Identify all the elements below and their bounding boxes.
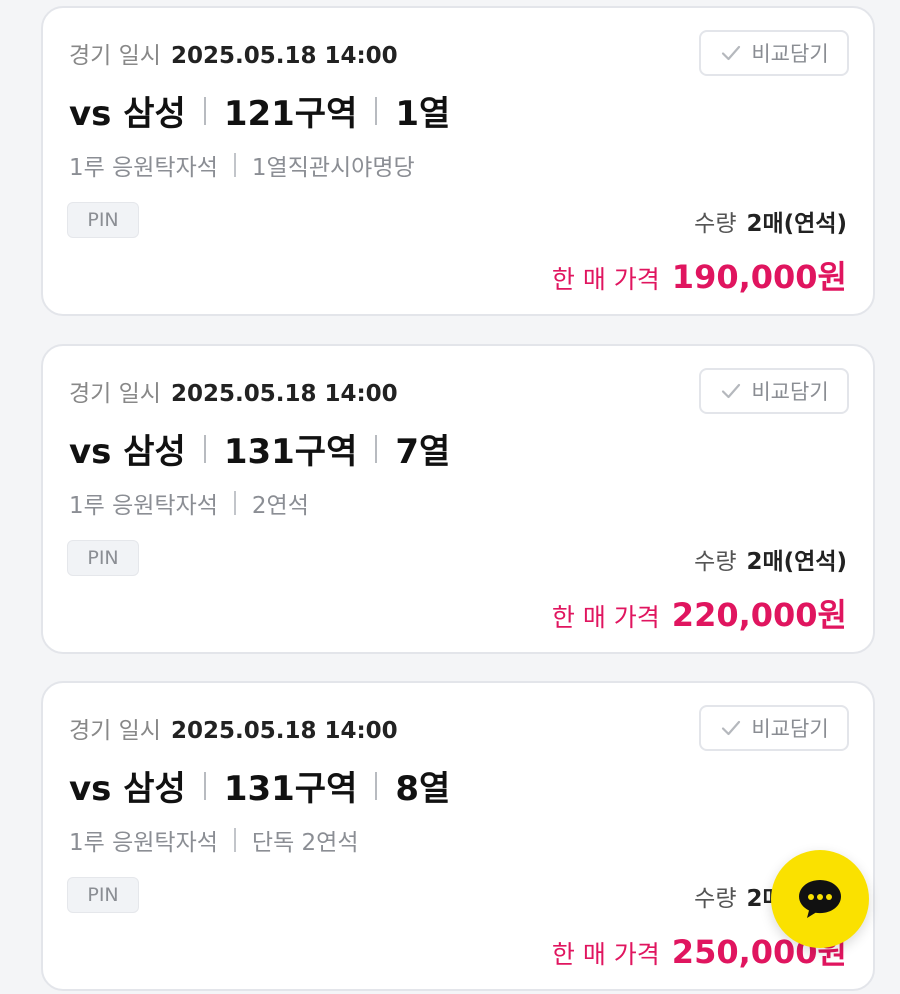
divider (375, 771, 378, 800)
quantity: 수량 2매(연석) (694, 204, 847, 238)
check-icon (722, 720, 741, 736)
quantity-value: 2매(연석) (746, 211, 847, 237)
chat-bubble-icon (799, 880, 841, 918)
unit-price-value: 190,000원 (671, 258, 847, 296)
unit-price-label: 한 매 가격 (551, 265, 660, 294)
divider (375, 434, 378, 463)
divider (203, 434, 206, 463)
seat-details: 1루 응원탁자석 2연석 (69, 486, 309, 520)
quantity-label: 수량 (694, 886, 737, 912)
seat-zone: 1루 응원탁자석 (69, 830, 218, 856)
game-datetime-label: 경기 일시 (69, 381, 161, 407)
game-datetime: 경기 일시 2025.05.18 14:00 (69, 711, 398, 745)
seat-zone: 1루 응원탁자석 (69, 155, 218, 181)
game-datetime-label: 경기 일시 (69, 43, 161, 69)
seat-details: 1루 응원탁자석 단독 2연석 (69, 823, 359, 857)
seat-note: 2연석 (251, 493, 309, 519)
add-to-compare-button[interactable]: 비교담기 (699, 705, 849, 751)
seat-note: 단독 2연석 (251, 830, 359, 856)
pin-badge: PIN (67, 202, 139, 238)
add-to-compare-label: 비교담기 (751, 42, 829, 66)
opponent: vs 삼성 (69, 94, 186, 134)
divider (203, 771, 206, 800)
ticket-listing-list: 경기 일시 2025.05.18 14:00 비교담기 vs 삼성 121구역 1… (0, 0, 900, 994)
opponent: vs 삼성 (69, 769, 186, 809)
unit-price: 한 매 가격 190,000원 (552, 252, 847, 298)
unit-price-label: 한 매 가격 (551, 603, 660, 632)
pin-badge: PIN (67, 540, 139, 576)
ticket-card[interactable]: 경기 일시 2025.05.18 14:00 비교담기 vs 삼성 121구역 1… (41, 6, 875, 316)
listing-title: vs 삼성 131구역 8열 (69, 761, 450, 810)
divider (203, 96, 206, 125)
listing-title: vs 삼성 131구역 7열 (69, 424, 450, 473)
ticket-card[interactable]: 경기 일시 2025.05.18 14:00 비교담기 vs 삼성 131구역 8… (41, 681, 875, 991)
seat-row: 1열 (395, 94, 451, 134)
game-datetime-value: 2025.05.18 14:00 (170, 381, 398, 407)
divider (233, 491, 236, 515)
ticket-card[interactable]: 경기 일시 2025.05.18 14:00 비교담기 vs 삼성 131구역 7… (41, 344, 875, 654)
check-icon (722, 383, 741, 399)
opponent: vs 삼성 (69, 432, 186, 472)
chat-button[interactable] (771, 850, 869, 948)
section: 131구역 (223, 432, 358, 472)
pin-badge: PIN (67, 877, 139, 913)
quantity: 수량 2매(연석) (694, 542, 847, 576)
game-datetime: 경기 일시 2025.05.18 14:00 (69, 36, 398, 70)
add-to-compare-label: 비교담기 (751, 380, 829, 404)
seat-note: 1열직관시야명당 (251, 155, 415, 181)
divider (375, 96, 378, 125)
seat-row: 7열 (395, 432, 451, 472)
unit-price-label: 한 매 가격 (551, 940, 660, 969)
quantity-value: 2매(연석) (746, 549, 847, 575)
seat-details: 1루 응원탁자석 1열직관시야명당 (69, 148, 415, 182)
unit-price: 한 매 가격 220,000원 (552, 590, 847, 636)
game-datetime: 경기 일시 2025.05.18 14:00 (69, 374, 398, 408)
section: 131구역 (223, 769, 358, 809)
divider (233, 153, 236, 177)
check-icon (722, 45, 741, 61)
game-datetime-value: 2025.05.18 14:00 (170, 43, 398, 69)
quantity-label: 수량 (694, 549, 737, 575)
divider (233, 828, 236, 852)
quantity-label: 수량 (694, 211, 737, 237)
seat-row: 8열 (395, 769, 451, 809)
add-to-compare-button[interactable]: 비교담기 (699, 368, 849, 414)
add-to-compare-label: 비교담기 (751, 717, 829, 741)
section: 121구역 (223, 94, 358, 134)
seat-zone: 1루 응원탁자석 (69, 493, 218, 519)
game-datetime-value: 2025.05.18 14:00 (170, 718, 398, 744)
add-to-compare-button[interactable]: 비교담기 (699, 30, 849, 76)
unit-price-value: 220,000원 (671, 596, 847, 634)
listing-title: vs 삼성 121구역 1열 (69, 86, 450, 135)
game-datetime-label: 경기 일시 (69, 718, 161, 744)
